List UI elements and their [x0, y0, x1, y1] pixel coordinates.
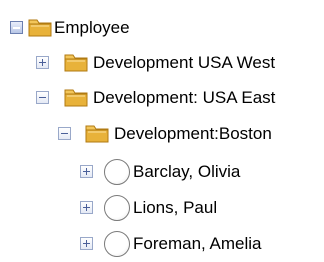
tree-node-label[interactable]: Development USA West	[93, 52, 275, 74]
expand-toggle-icon[interactable]	[80, 165, 93, 178]
person-icon	[104, 231, 130, 257]
employee-tree: Employee Development USA West Developmen…	[0, 0, 324, 262]
tree-node-barclay-olivia[interactable]: Barclay, Olivia	[0, 156, 324, 190]
tree-node-label[interactable]: Employee	[54, 17, 130, 39]
expand-toggle-icon[interactable]	[80, 201, 93, 214]
collapse-toggle-icon[interactable]	[10, 21, 23, 34]
tree-node-label[interactable]: Lions, Paul	[133, 197, 217, 219]
collapse-toggle-icon[interactable]	[58, 127, 71, 140]
folder-icon	[63, 86, 89, 108]
expand-toggle-icon[interactable]	[36, 56, 49, 69]
tree-node-label[interactable]: Development:Boston	[114, 123, 272, 145]
collapse-toggle-icon[interactable]	[36, 91, 49, 104]
tree-node-label[interactable]: Development: USA East	[93, 87, 275, 109]
folder-icon	[63, 51, 89, 73]
tree-node-lions-paul[interactable]: Lions, Paul	[0, 192, 324, 226]
person-icon	[104, 159, 130, 185]
tree-node-employee[interactable]: Employee	[0, 12, 324, 46]
tree-node-development-usa-west[interactable]: Development USA West	[0, 47, 324, 81]
tree-node-label[interactable]: Barclay, Olivia	[133, 161, 240, 183]
folder-icon	[27, 16, 53, 38]
tree-node-development-usa-east[interactable]: Development: USA East	[0, 82, 324, 116]
folder-icon	[84, 122, 110, 144]
tree-node-label[interactable]: Foreman, Amelia	[133, 233, 262, 255]
tree-node-development-boston[interactable]: Development:Boston	[0, 118, 324, 152]
person-icon	[104, 195, 130, 221]
tree-node-foreman-amelia[interactable]: Foreman, Amelia	[0, 228, 324, 262]
expand-toggle-icon[interactable]	[80, 237, 93, 250]
